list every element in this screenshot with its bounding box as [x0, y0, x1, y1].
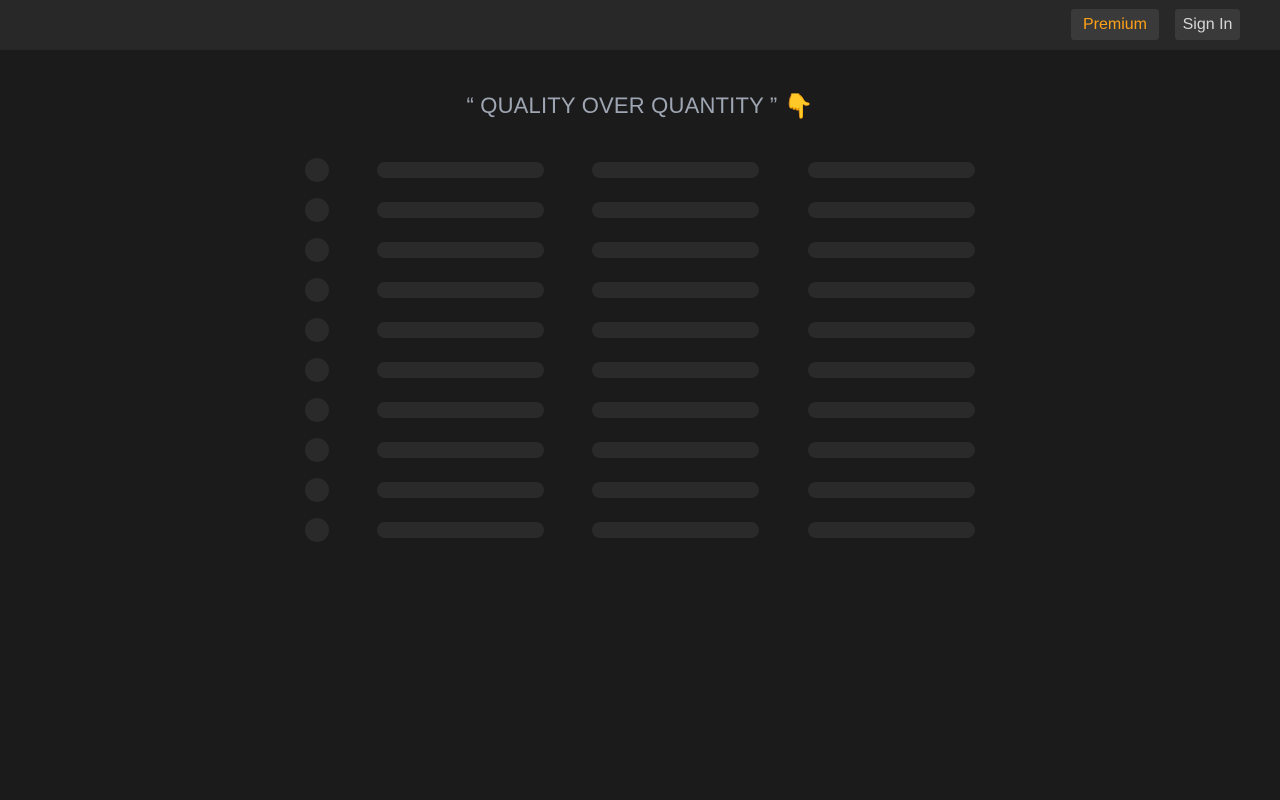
skeleton-text-placeholder	[592, 402, 759, 418]
skeleton-text-placeholder	[377, 202, 544, 218]
top-navbar: Premium Sign In	[0, 0, 1280, 50]
skeleton-text-placeholder	[808, 362, 975, 378]
skeleton-text-placeholder	[592, 362, 759, 378]
skeleton-row	[305, 478, 975, 518]
skeleton-text-placeholder	[592, 162, 759, 178]
skeleton-avatar-placeholder	[305, 238, 329, 262]
skeleton-text-placeholder	[592, 282, 759, 298]
skeleton-text-placeholder	[808, 482, 975, 498]
skeleton-text-placeholder	[377, 402, 544, 418]
skeleton-text-placeholder	[592, 482, 759, 498]
skeleton-text-placeholder	[808, 202, 975, 218]
skeleton-text-placeholder	[377, 522, 544, 538]
skeleton-text-placeholder	[377, 362, 544, 378]
skeleton-row	[305, 158, 975, 198]
skeleton-text-placeholder	[592, 242, 759, 258]
skeleton-row	[305, 318, 975, 358]
skeleton-row	[305, 358, 975, 398]
headline-text: “ QUALITY OVER QUANTITY ”	[466, 93, 778, 118]
skeleton-avatar-placeholder	[305, 278, 329, 302]
skeleton-text-placeholder	[808, 442, 975, 458]
premium-button[interactable]: Premium	[1071, 9, 1159, 40]
skeleton-text-placeholder	[808, 282, 975, 298]
skeleton-text-placeholder	[377, 162, 544, 178]
skeleton-avatar-placeholder	[305, 318, 329, 342]
skeleton-text-placeholder	[377, 282, 544, 298]
skeleton-text-placeholder	[592, 202, 759, 218]
skeleton-avatar-placeholder	[305, 438, 329, 462]
skeleton-avatar-placeholder	[305, 518, 329, 542]
skeleton-row	[305, 278, 975, 318]
skeleton-text-placeholder	[808, 322, 975, 338]
skeleton-row	[305, 398, 975, 438]
skeleton-row	[305, 238, 975, 278]
skeleton-row	[305, 438, 975, 478]
skeleton-row	[305, 198, 975, 238]
skeleton-text-placeholder	[377, 322, 544, 338]
skeleton-avatar-placeholder	[305, 158, 329, 182]
skeleton-row	[305, 518, 975, 558]
skeleton-text-placeholder	[808, 522, 975, 538]
skeleton-avatar-placeholder	[305, 358, 329, 382]
page-headline: “ QUALITY OVER QUANTITY ” 👇	[0, 88, 1280, 125]
sign-in-button[interactable]: Sign In	[1175, 9, 1240, 40]
loading-skeleton-list	[305, 158, 975, 558]
skeleton-text-placeholder	[592, 442, 759, 458]
skeleton-text-placeholder	[808, 162, 975, 178]
skeleton-text-placeholder	[377, 442, 544, 458]
skeleton-text-placeholder	[592, 322, 759, 338]
skeleton-avatar-placeholder	[305, 398, 329, 422]
skeleton-text-placeholder	[377, 242, 544, 258]
skeleton-avatar-placeholder	[305, 198, 329, 222]
skeleton-text-placeholder	[808, 242, 975, 258]
skeleton-text-placeholder	[377, 482, 544, 498]
pointing-down-icon: 👇	[783, 93, 814, 120]
skeleton-avatar-placeholder	[305, 478, 329, 502]
skeleton-text-placeholder	[592, 522, 759, 538]
skeleton-text-placeholder	[808, 402, 975, 418]
